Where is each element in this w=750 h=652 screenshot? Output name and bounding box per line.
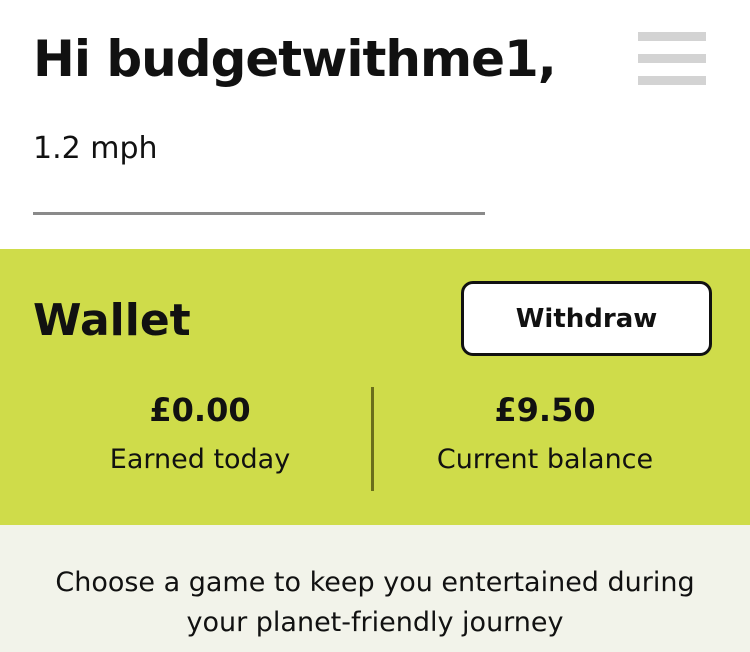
withdraw-button[interactable]: Withdraw xyxy=(461,281,712,356)
earned-today-stat: £0.00 Earned today xyxy=(50,394,350,473)
games-intro-text: Choose a game to keep you entertained du… xyxy=(55,567,695,638)
menu-bar-middle xyxy=(638,54,706,63)
hamburger-menu-icon[interactable] xyxy=(636,30,708,88)
wallet-title: Wallet xyxy=(33,295,191,346)
current-balance-value: £9.50 xyxy=(494,391,596,429)
earned-today-label: Earned today xyxy=(109,444,291,475)
wallet-card: Wallet Withdraw £0.00 Earned today £9.50… xyxy=(0,249,750,525)
wallet-stats-divider xyxy=(371,387,374,491)
menu-bar-bottom xyxy=(638,76,706,85)
speed-readout: 1.2 mph xyxy=(33,131,158,166)
current-balance-label: Current balance xyxy=(436,444,654,475)
app-screen: Hi budgetwithme1, 1.2 mph Wallet Withdra… xyxy=(0,0,750,652)
earned-today-value: £0.00 xyxy=(149,391,251,429)
games-section: Choose a game to keep you entertained du… xyxy=(0,525,750,652)
current-balance-stat: £9.50 Current balance xyxy=(395,394,695,473)
menu-bar-top xyxy=(638,32,706,41)
header: Hi budgetwithme1, 1.2 mph xyxy=(0,0,750,249)
header-divider xyxy=(33,212,485,215)
greeting-heading: Hi budgetwithme1, xyxy=(33,30,557,88)
